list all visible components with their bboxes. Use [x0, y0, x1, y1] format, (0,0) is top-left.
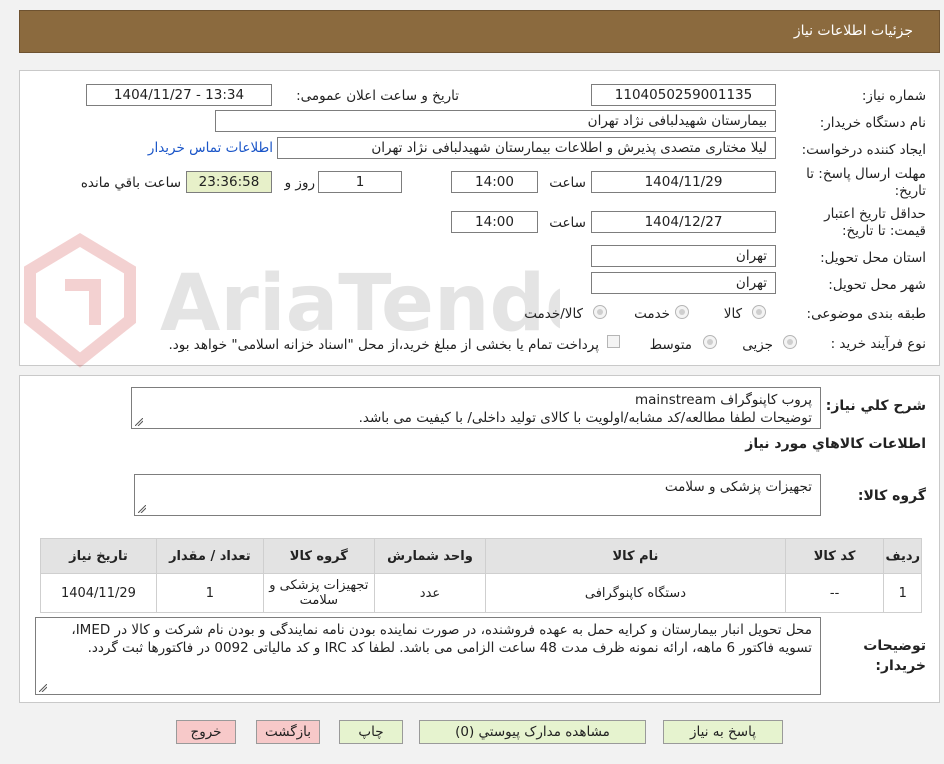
- col-header-unit: واحد شمارش: [373, 538, 487, 574]
- process-medium-label: متوسط: [649, 337, 692, 353]
- price-validity-date-field: 1404/12/27: [591, 211, 776, 233]
- category-service-radio[interactable]: [675, 305, 689, 319]
- watermark-text: AriaTender.neT: [160, 259, 560, 349]
- remaining-time-label: ساعت باقي مانده: [80, 175, 181, 191]
- reply-time-field: 14:00: [451, 171, 538, 193]
- reply-deadline-label: مهلت ارسال پاسخ: تا تاریخ:: [806, 166, 926, 199]
- treasury-payment-checkbox[interactable]: [607, 335, 620, 348]
- requester-field: لیلا مختاری متصدی پذیرش و اطلاعات بیمارس…: [277, 137, 776, 159]
- cell-quantity: 1: [155, 573, 264, 613]
- remaining-time-field: 23:36:58: [186, 171, 272, 193]
- announce-datetime-field: 1404/11/27 - 13:34: [86, 84, 272, 106]
- reply-time-label: ساعت: [549, 175, 586, 191]
- buyer-notes-label: توضیحات خریدار:: [863, 638, 926, 674]
- category-service-label: خدمت: [634, 306, 670, 322]
- city-field: تهران: [591, 272, 776, 294]
- back-button[interactable]: بازگشت: [256, 720, 320, 744]
- resize-handle-icon[interactable]: [138, 505, 146, 513]
- col-header-need-date: تاریخ نیاز: [40, 538, 157, 574]
- col-header-code: کد کالا: [784, 538, 885, 574]
- need-number-label: شماره نیاز:: [861, 88, 926, 104]
- goods-table: ردیف کد کالا نام کالا واحد شمارش گروه کا…: [40, 538, 922, 613]
- category-both-label: کالا/خدمت: [524, 306, 583, 322]
- process-partial-radio[interactable]: [783, 335, 797, 349]
- goods-group-value: تجهیزات پزشکی و سلامت: [664, 479, 812, 495]
- col-header-name: نام کالا: [485, 538, 786, 574]
- buyer-notes-textarea[interactable]: محل تحویل انبار بیمارستان و کرایه حمل به…: [35, 617, 821, 695]
- col-header-group: گروه کالا: [262, 538, 375, 574]
- cell-unit: عدد: [373, 573, 487, 613]
- cell-group: تجهیزات پزشکی و سلامت: [262, 573, 375, 613]
- days-label: روز و: [284, 175, 315, 191]
- cell-row-number: 1: [883, 573, 922, 613]
- cell-code: --: [784, 573, 885, 613]
- goods-table-header-row: ردیف کد کالا نام کالا واحد شمارش گروه کا…: [40, 538, 922, 574]
- payment-note: پرداخت تمام یا بخشی از مبلغ خرید،از محل …: [168, 337, 599, 353]
- province-label: استان محل تحویل:: [820, 250, 926, 266]
- summary-line-1: پروب کاپنوگراف mainstream: [634, 392, 812, 408]
- province-field: تهران: [591, 245, 776, 267]
- cell-need-date: 1404/11/29: [40, 573, 157, 613]
- reply-date-field: 1404/11/29: [591, 171, 776, 193]
- goods-section-title: اطلاعات کالاهاي مورد نیاز: [745, 436, 926, 452]
- requester-label: ایجاد کننده درخواست:: [801, 142, 926, 158]
- reply-button[interactable]: پاسخ به نیاز: [663, 720, 783, 744]
- category-goods-label: کالا: [723, 306, 742, 322]
- category-both-radio[interactable]: [593, 305, 607, 319]
- category-goods-radio[interactable]: [752, 305, 766, 319]
- days-remaining-field: 1: [318, 171, 402, 193]
- page-title: جزئیات اطلاعات نیاز: [793, 23, 913, 39]
- view-attachments-button[interactable]: مشاهده مدارک پیوستي (0): [419, 720, 646, 744]
- price-validity-label: حداقل تاریخ اعتبار قیمت: تا تاریخ:: [824, 206, 926, 239]
- resize-handle-icon[interactable]: [135, 418, 143, 426]
- price-validity-time-field: 14:00: [451, 211, 538, 233]
- col-header-row-number: ردیف: [883, 538, 922, 574]
- price-time-label: ساعت: [549, 215, 586, 231]
- buyer-notes-text: محل تحویل انبار بیمارستان و کرایه حمل به…: [71, 622, 812, 656]
- need-number-field: 1104050259001135: [591, 84, 776, 106]
- cell-name: دستگاه کاپنوگرافی: [485, 573, 786, 613]
- process-medium-radio[interactable]: [703, 335, 717, 349]
- summary-line-2: توضیحات لطفا مطالعه/کد مشابه/اولویت با ک…: [358, 410, 812, 426]
- goods-group-textarea[interactable]: تجهیزات پزشکی و سلامت: [134, 474, 821, 516]
- process-label: نوع فرآیند خرید :: [830, 336, 926, 352]
- announce-label: تاریخ و ساعت اعلان عمومی:: [296, 88, 459, 104]
- process-partial-label: جزیی: [742, 337, 773, 353]
- exit-button[interactable]: خروج: [176, 720, 236, 744]
- summary-textarea[interactable]: پروب کاپنوگراف mainstream توضیحات لطفا م…: [131, 387, 821, 429]
- summary-label: شرح کلي نیاز:: [825, 398, 926, 414]
- col-header-quantity: تعداد / مقدار: [155, 538, 264, 574]
- buyer-org-label: نام دستگاه خریدار:: [819, 115, 926, 131]
- goods-group-label: گروه کالا:: [857, 488, 926, 504]
- print-button[interactable]: چاپ: [339, 720, 403, 744]
- page-header: جزئیات اطلاعات نیاز: [19, 10, 940, 53]
- table-row: 1 -- دستگاه کاپنوگرافی عدد تجهیزات پزشکی…: [40, 573, 922, 613]
- buyer-contact-link[interactable]: اطلاعات تماس خریدار: [148, 140, 273, 156]
- resize-handle-icon[interactable]: [39, 684, 47, 692]
- category-label: طبقه بندی موضوعی:: [806, 306, 926, 322]
- city-label: شهر محل تحویل:: [828, 277, 926, 293]
- buyer-org-field: بیمارستان شهیدلبافی نژاد تهران: [215, 110, 776, 132]
